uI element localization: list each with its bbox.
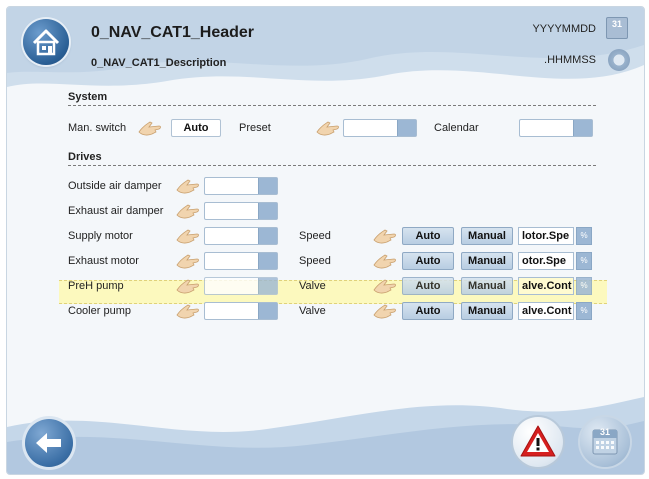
exhaust-motor-select[interactable] <box>204 252 278 270</box>
hand-icon[interactable] <box>175 201 201 221</box>
percent-unit-button[interactable]: % <box>576 302 592 320</box>
cooler-pump-select[interactable] <box>204 302 278 320</box>
system-auto-button[interactable]: Auto <box>171 119 221 137</box>
calendar-icon[interactable]: 31 <box>606 17 628 39</box>
hmi-screen: 0_NAV_CAT1_Header 0_NAV_CAT1_Description… <box>6 6 645 475</box>
hand-icon[interactable] <box>315 118 341 138</box>
calendar-icon <box>592 429 618 455</box>
hand-icon[interactable] <box>372 251 398 271</box>
calendar-button-day: 31 <box>599 427 610 437</box>
valve-value-field[interactable]: alve.Cont <box>518 277 574 295</box>
speed-value-field[interactable]: lotor.Spe <box>518 227 574 245</box>
drive-row-label: Exhaust air damper <box>68 205 164 217</box>
manual-button[interactable]: Manual <box>461 252 513 270</box>
hand-icon[interactable] <box>137 118 163 138</box>
section-system: System <box>68 91 108 103</box>
manual-button[interactable]: Manual <box>461 227 513 245</box>
calendar-label: Calendar <box>434 122 479 134</box>
speed-label: Speed <box>299 230 331 242</box>
valve-label: Valve <box>299 305 326 317</box>
section-divider <box>68 105 596 106</box>
percent-unit-button[interactable]: % <box>576 227 592 245</box>
auto-button[interactable]: Auto <box>402 277 454 295</box>
hand-icon[interactable] <box>372 226 398 246</box>
dropdown-arrow <box>258 178 277 194</box>
dropdown-arrow <box>258 203 277 219</box>
preset-select[interactable] <box>343 119 417 137</box>
dropdown-arrow <box>397 120 416 136</box>
warning-icon <box>520 425 556 457</box>
calendar-icon-day: 31 <box>611 19 622 29</box>
back-button[interactable] <box>25 419 73 467</box>
auto-button[interactable]: Auto <box>402 302 454 320</box>
hand-icon[interactable] <box>175 251 201 271</box>
dropdown-arrow <box>258 278 277 294</box>
drive-row-label: Supply motor <box>68 230 133 242</box>
valve-label: Valve <box>299 280 326 292</box>
man-switch-label: Man. switch <box>68 122 127 134</box>
speed-label: Speed <box>299 255 331 267</box>
manual-button[interactable]: Manual <box>461 302 513 320</box>
manual-button[interactable]: Manual <box>461 277 513 295</box>
preset-label: Preset <box>239 122 271 134</box>
percent-unit-button[interactable]: % <box>576 252 592 270</box>
outside-air-damper-select[interactable] <box>204 177 278 195</box>
exhaust-air-damper-select[interactable] <box>204 202 278 220</box>
section-divider <box>68 165 596 166</box>
auto-button[interactable]: Auto <box>402 252 454 270</box>
time-display: .HHMMSS <box>544 54 596 66</box>
clock-icon[interactable] <box>608 49 630 71</box>
valve-value-field[interactable]: alve.Cont <box>518 302 574 320</box>
drive-row-label: Exhaust motor <box>68 255 139 267</box>
drive-row-label: Cooler pump <box>68 305 131 317</box>
preh-pump-select[interactable] <box>204 277 278 295</box>
calendar-select[interactable] <box>519 119 593 137</box>
hand-icon[interactable] <box>372 276 398 296</box>
supply-motor-select[interactable] <box>204 227 278 245</box>
hand-icon[interactable] <box>175 301 201 321</box>
speed-value-field[interactable]: otor.Spe <box>518 252 574 270</box>
drive-row-label: PreH pump <box>68 280 124 292</box>
back-arrow-icon <box>36 433 61 453</box>
hand-icon[interactable] <box>175 276 201 296</box>
alarm-button[interactable] <box>513 417 563 467</box>
page-description: 0_NAV_CAT1_Description <box>91 57 227 69</box>
hand-icon[interactable] <box>175 176 201 196</box>
dropdown-arrow <box>258 303 277 319</box>
date-display: YYYYMMDD <box>532 23 596 35</box>
dropdown-arrow <box>258 228 277 244</box>
home-icon <box>32 29 60 56</box>
home-button[interactable] <box>23 19 69 65</box>
drive-row-label: Outside air damper <box>68 180 162 192</box>
hand-icon[interactable] <box>372 301 398 321</box>
page-title: 0_NAV_CAT1_Header <box>91 24 255 41</box>
dropdown-arrow <box>573 120 592 136</box>
section-drives: Drives <box>68 151 102 163</box>
calendar-button[interactable]: 31 <box>580 417 630 467</box>
dropdown-arrow <box>258 253 277 269</box>
percent-unit-button[interactable]: % <box>576 277 592 295</box>
hand-icon[interactable] <box>175 226 201 246</box>
auto-button[interactable]: Auto <box>402 227 454 245</box>
